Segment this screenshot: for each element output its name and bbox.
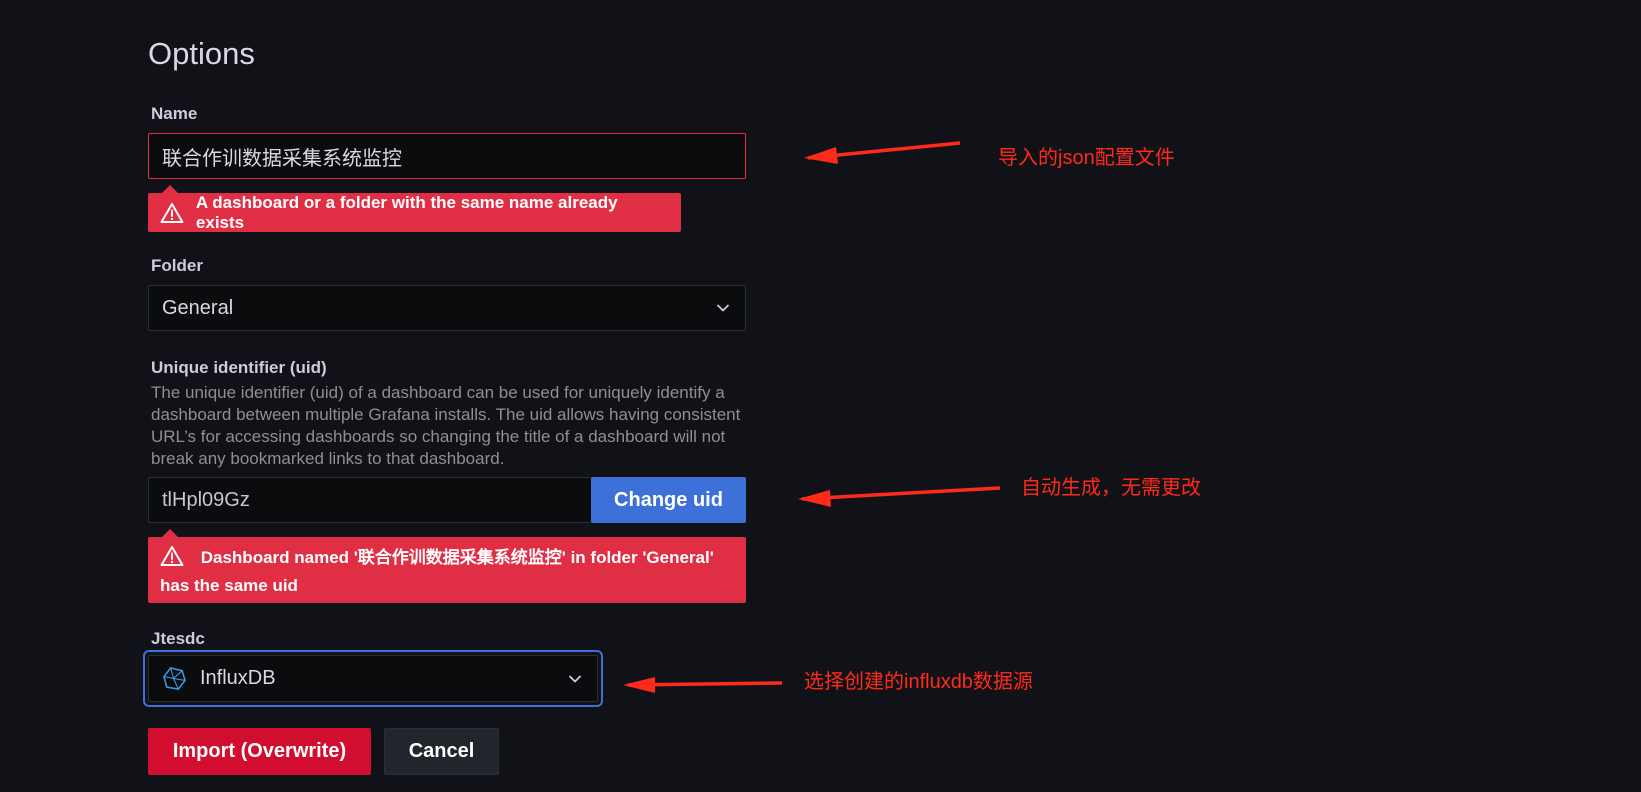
arrow-to-datasource-field	[623, 677, 783, 693]
arrow-to-uid-field	[798, 486, 1001, 507]
annotation-uid-note: 自动生成，无需更改	[1021, 477, 1201, 499]
annotation-datasource-note: 选择创建的influxdb数据源	[804, 671, 1033, 693]
arrow-to-name-field	[804, 141, 961, 164]
annotation-name-note: 导入的json配置文件	[998, 147, 1175, 169]
